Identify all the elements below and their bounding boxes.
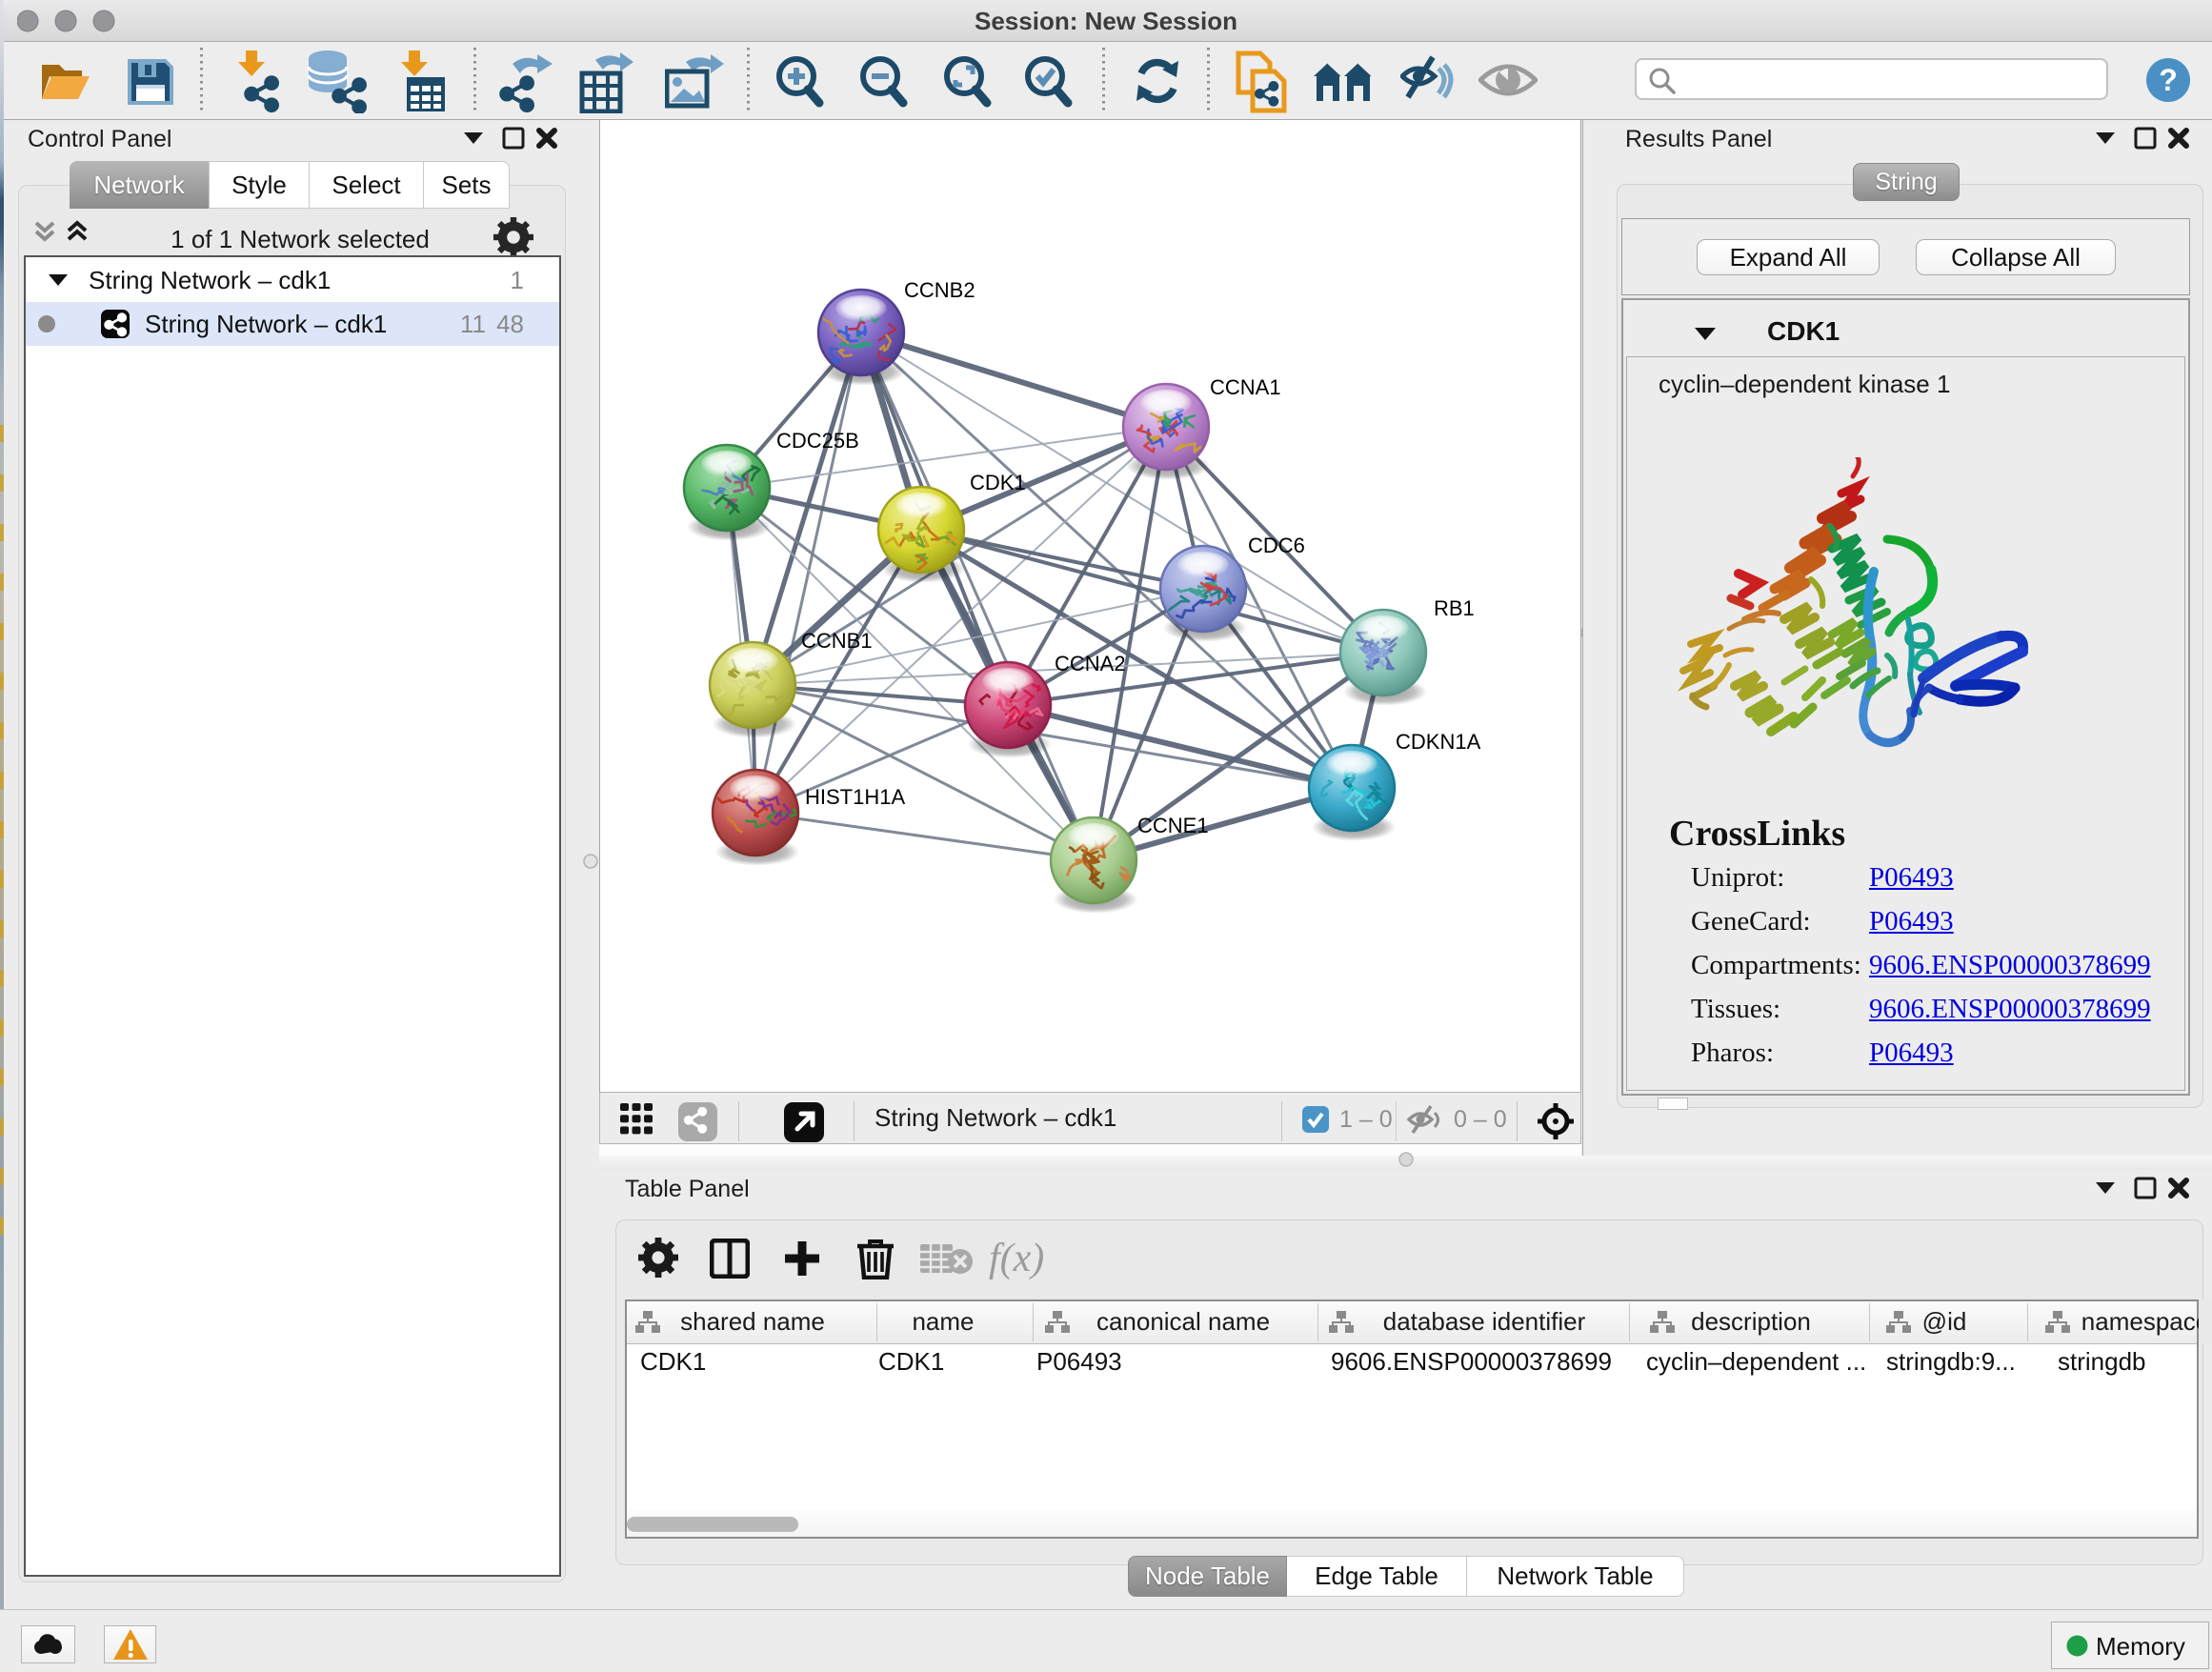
- svg-text:RB1: RB1: [1434, 596, 1475, 620]
- svg-text:CDC6: CDC6: [1248, 534, 1305, 557]
- svg-text:CCNB1: CCNB1: [801, 629, 873, 653]
- svg-text:CDC25B: CDC25B: [776, 429, 859, 453]
- svg-text:CDKN1A: CDKN1A: [1396, 730, 1481, 754]
- svg-text:CCNA2: CCNA2: [1055, 652, 1126, 675]
- svg-text:HIST1H1A: HIST1H1A: [805, 785, 905, 809]
- svg-text:CCNE1: CCNE1: [1137, 814, 1209, 837]
- svg-text:CCNA1: CCNA1: [1210, 375, 1281, 399]
- svg-text:CCNB2: CCNB2: [904, 278, 975, 302]
- svg-text:CDK1: CDK1: [970, 471, 1026, 494]
